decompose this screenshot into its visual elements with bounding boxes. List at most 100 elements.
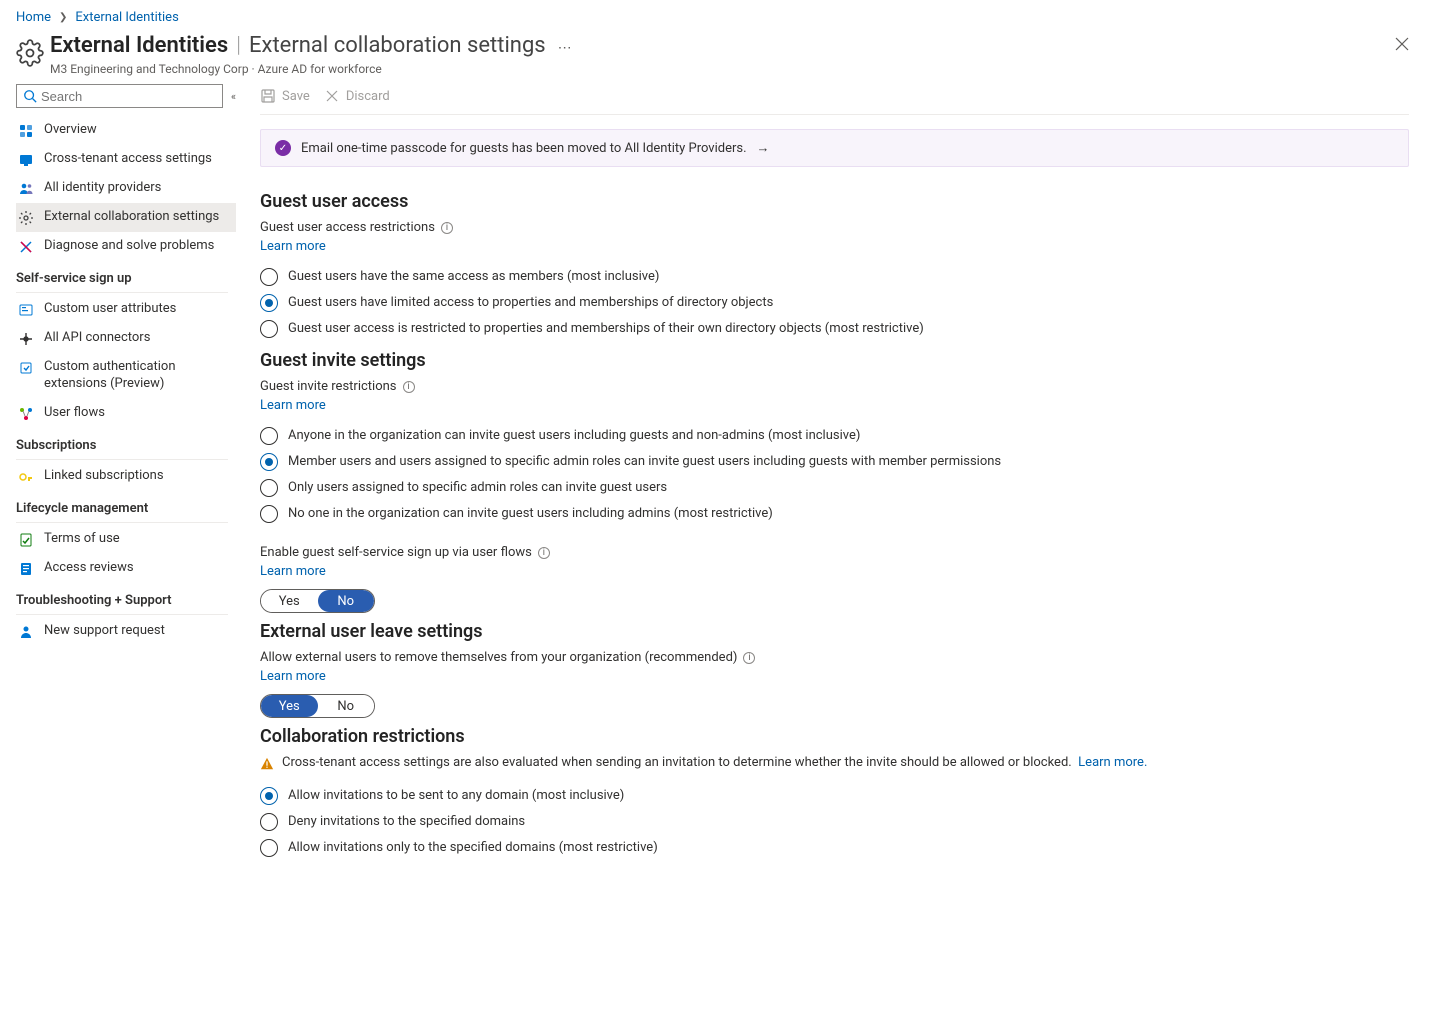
guest-access-radio-label: Guest users have limited access to prope… (288, 294, 773, 310)
leave-toggle[interactable]: YesNo (260, 694, 375, 718)
guest-access-radio[interactable]: Guest user access is restricted to prope… (260, 316, 1409, 342)
self-service-toggle[interactable]: YesNo (260, 589, 375, 613)
toggle-no[interactable]: No (318, 590, 375, 612)
sidebar-group-header: Lifecycle management (16, 491, 228, 523)
sidebar-item-overview[interactable]: Overview (16, 116, 236, 145)
sidebar-item-label: External collaboration settings (44, 209, 219, 226)
key-icon (18, 469, 34, 485)
guest-invite-radio[interactable]: Only users assigned to specific admin ro… (260, 475, 1409, 501)
guest-invite-heading: Guest invite settings (260, 350, 1409, 371)
discard-button[interactable]: Discard (324, 88, 390, 104)
breadcrumb-home[interactable]: Home (16, 10, 51, 25)
radio-icon (260, 787, 278, 805)
access-icon (18, 561, 34, 577)
sidebar-item-xtenant[interactable]: Cross-tenant access settings (16, 145, 236, 174)
collaboration-radio[interactable]: Allow invitations to be sent to any doma… (260, 783, 1409, 809)
overview-icon (18, 123, 34, 139)
diag-icon (18, 239, 34, 255)
sidebar-item-label: New support request (44, 623, 165, 640)
guest-invite-label: Guest invite restrictions i (260, 379, 1409, 394)
sidebar-search[interactable] (16, 84, 223, 108)
guest-invite-learn-more[interactable]: Learn more (260, 398, 326, 413)
sidebar-item-label: Terms of use (44, 531, 120, 548)
collab-warn-text: Cross-tenant access settings are also ev… (282, 755, 1072, 770)
page-title: External Identities (50, 33, 228, 58)
radio-icon (260, 320, 278, 338)
sidebar-item-support[interactable]: New support request (16, 617, 236, 646)
content: Save Discard ✓ Email one-time passcode f… (240, 84, 1429, 1023)
guest-invite-radio-label: Anyone in the organization can invite gu… (288, 427, 860, 443)
radio-icon (260, 453, 278, 471)
banner-link-arrow[interactable]: → (757, 140, 770, 156)
save-icon (260, 88, 276, 104)
breadcrumb: Home ❯ External Identities (0, 0, 1429, 33)
guest-invite-radio[interactable]: No one in the organization can invite gu… (260, 501, 1409, 527)
collaboration-radio[interactable]: Deny invitations to the specified domain… (260, 809, 1409, 835)
page-org: M3 Engineering and Technology Corp · Azu… (50, 62, 1391, 76)
sidebar-item-label: User flows (44, 405, 105, 422)
collaboration-radio[interactable]: Allow invitations only to the specified … (260, 835, 1409, 861)
guest-invite-radio-label: Only users assigned to specific admin ro… (288, 479, 667, 495)
sidebar-item-label: All identity providers (44, 180, 161, 197)
guest-access-radio[interactable]: Guest users have limited access to prope… (260, 290, 1409, 316)
sidebar-item-attr[interactable]: Custom user attributes (16, 295, 236, 324)
guest-access-radio[interactable]: Guest users have the same access as memb… (260, 264, 1409, 290)
ext-icon (18, 360, 34, 376)
collaboration-radio-label: Deny invitations to the specified domain… (288, 813, 525, 829)
self-service-learn-more[interactable]: Learn more (260, 564, 326, 579)
leave-label: Allow external users to remove themselve… (260, 650, 1409, 665)
gear-icon (18, 210, 34, 226)
collapse-sidebar-button[interactable]: « (231, 90, 236, 103)
sidebar-item-api[interactable]: All API connectors (16, 324, 236, 353)
sidebar-item-diag[interactable]: Diagnose and solve problems (16, 232, 236, 261)
collab-heading: Collaboration restrictions (260, 726, 1409, 747)
sidebar-item-flow[interactable]: User flows (16, 399, 236, 428)
toggle-no[interactable]: No (318, 695, 375, 717)
sidebar-search-input[interactable] (41, 89, 216, 104)
toggle-yes[interactable]: Yes (261, 695, 318, 717)
sidebar-item-tou[interactable]: Terms of use (16, 525, 236, 554)
sidebar-item-label: All API connectors (44, 330, 150, 347)
sidebar-item-idp[interactable]: All identity providers (16, 174, 236, 203)
save-label: Save (282, 89, 310, 104)
search-icon (23, 89, 37, 103)
info-badge-icon: ✓ (275, 140, 291, 156)
sidebar-item-access[interactable]: Access reviews (16, 554, 236, 583)
guest-access-label-text: Guest user access restrictions (260, 220, 435, 235)
info-icon[interactable]: i (403, 381, 415, 393)
save-button[interactable]: Save (260, 88, 310, 104)
collaboration-radio-label: Allow invitations only to the specified … (288, 839, 658, 855)
sidebar-item-gear[interactable]: External collaboration settings (16, 203, 236, 232)
leave-heading: External user leave settings (260, 621, 1409, 642)
collaboration-radio-label: Allow invitations to be sent to any doma… (288, 787, 624, 803)
leave-learn-more[interactable]: Learn more (260, 669, 326, 684)
flow-icon (18, 406, 34, 422)
guest-access-label: Guest user access restrictions i (260, 220, 1409, 235)
info-icon[interactable]: i (441, 222, 453, 234)
leave-label-text: Allow external users to remove themselve… (260, 650, 737, 665)
xtenant-icon (18, 152, 34, 168)
guest-access-radio-label: Guest users have the same access as memb… (288, 268, 659, 284)
gear-icon (16, 39, 44, 67)
title-divider: | (236, 33, 241, 58)
guest-invite-radio[interactable]: Member users and users assigned to speci… (260, 449, 1409, 475)
collab-warn-learn-more[interactable]: Learn more. (1078, 755, 1147, 770)
info-icon[interactable]: i (743, 652, 755, 664)
info-banner: ✓ Email one-time passcode for guests has… (260, 129, 1409, 167)
more-menu-button[interactable]: ⋯ (554, 36, 577, 60)
discard-label: Discard (346, 89, 390, 104)
sidebar-item-label: Overview (44, 122, 97, 139)
toggle-yes[interactable]: Yes (261, 590, 318, 612)
banner-text: Email one-time passcode for guests has b… (301, 141, 747, 156)
close-blade-button[interactable] (1391, 33, 1413, 59)
breadcrumb-parent[interactable]: External Identities (75, 10, 178, 25)
sidebar-item-key[interactable]: Linked subscriptions (16, 462, 236, 491)
idp-icon (18, 181, 34, 197)
guest-invite-radio[interactable]: Anyone in the organization can invite gu… (260, 423, 1409, 449)
radio-icon (260, 839, 278, 857)
sidebar-item-ext[interactable]: Custom authentication extensions (Previe… (16, 353, 236, 399)
info-icon[interactable]: i (538, 547, 550, 559)
api-icon (18, 331, 34, 347)
warning-icon (260, 757, 274, 771)
guest-access-learn-more[interactable]: Learn more (260, 239, 326, 254)
